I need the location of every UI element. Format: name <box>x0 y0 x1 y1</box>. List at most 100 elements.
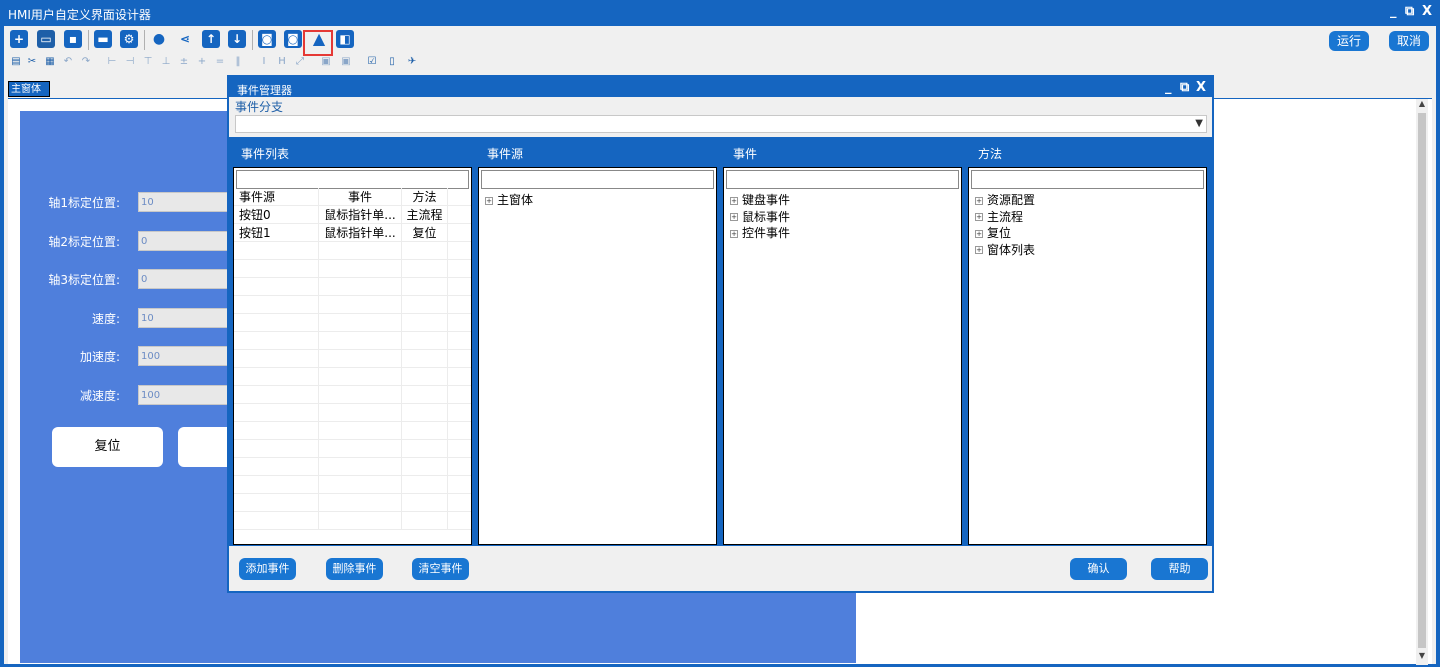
send-back-icon[interactable]: ▣ <box>340 56 352 68</box>
save-icon[interactable]: ▪ <box>64 30 82 48</box>
table-row[interactable]: 按钮1 鼠标指针单... 复位 <box>234 224 471 242</box>
grid-cell <box>402 296 448 314</box>
event-filter-input[interactable] <box>726 170 959 189</box>
scroll-down-icon[interactable]: ▼ <box>1416 651 1428 663</box>
tool-icon[interactable]: ✈ <box>406 56 418 68</box>
minimize-button[interactable]: _ <box>1390 4 1397 19</box>
dialog-close-button[interactable]: X <box>1196 80 1206 95</box>
grid-cell <box>319 278 402 296</box>
field-input[interactable]: 10 <box>138 308 238 328</box>
confirm-button[interactable]: 确认 <box>1070 558 1127 580</box>
empty-grid-row <box>234 368 471 386</box>
copy-icon[interactable]: ▤ <box>10 56 22 68</box>
expand-icon[interactable]: + <box>975 246 983 255</box>
tree-node[interactable]: + 主窗体 <box>485 192 533 209</box>
tree-node[interactable]: + 窗体列表 <box>975 242 1035 259</box>
dialog-restore-button[interactable]: ⧉ <box>1180 80 1189 95</box>
grid-cell <box>319 404 402 422</box>
tree-node[interactable]: + 鼠标事件 <box>730 209 790 226</box>
new-file-icon[interactable]: + <box>10 30 28 48</box>
clear-events-button[interactable]: 清空事件 <box>412 558 469 580</box>
column-header[interactable]: 事件源 <box>234 188 319 206</box>
expand-icon[interactable]: + <box>975 213 983 222</box>
grid-cell <box>448 296 471 314</box>
expand-icon[interactable]: + <box>730 196 738 205</box>
tree-node[interactable]: + 键盘事件 <box>730 192 790 209</box>
fit-size-icon[interactable]: ⤢ <box>294 56 306 68</box>
tree-node[interactable]: + 控件事件 <box>730 225 790 242</box>
screen-settings-icon[interactable]: ◙ <box>284 30 302 48</box>
download-icon[interactable]: ↓ <box>228 30 246 48</box>
cancel-button[interactable]: 取消 <box>1389 31 1429 51</box>
method-filter-input[interactable] <box>971 170 1204 189</box>
align-top-icon[interactable]: ⊤ <box>142 56 154 68</box>
help-button[interactable]: 帮助 <box>1151 558 1208 580</box>
grid-cell <box>448 188 471 206</box>
paste-icon[interactable]: ▦ <box>44 56 56 68</box>
align-center-h-icon[interactable]: + <box>196 56 208 68</box>
empty-grid-row <box>234 242 471 260</box>
space-vertical-icon[interactable]: I <box>258 56 270 68</box>
same-width-icon[interactable]: ‖ <box>232 56 244 68</box>
tree-node[interactable]: + 复位 <box>975 225 1035 242</box>
undo-icon[interactable]: ↶ <box>62 56 74 68</box>
tree-node[interactable]: + 主流程 <box>975 209 1035 226</box>
space-horizontal-icon[interactable]: H <box>276 56 288 68</box>
open-folder-icon[interactable]: ▭ <box>37 30 55 48</box>
document-settings-icon[interactable]: ⚙ <box>120 30 138 48</box>
expand-icon[interactable]: + <box>485 196 493 205</box>
expand-icon[interactable]: + <box>730 213 738 222</box>
dialog-minimize-button[interactable]: _ <box>1165 80 1172 95</box>
align-right-icon[interactable]: ⊣ <box>124 56 136 68</box>
reset-form-button[interactable]: 复位 <box>52 427 163 467</box>
expand-icon[interactable]: + <box>730 229 738 238</box>
restore-button[interactable]: ⧉ <box>1405 4 1414 19</box>
preview-eye-icon[interactable]: ● <box>150 30 168 48</box>
tree-node[interactable]: + 资源配置 <box>975 192 1035 209</box>
tree-node-label: 复位 <box>987 226 1012 241</box>
bring-front-icon[interactable]: ▣ <box>320 56 332 68</box>
field-input[interactable]: 100 <box>138 346 238 366</box>
field-label: 轴3标定位置: <box>48 273 120 287</box>
add-event-button[interactable]: 添加事件 <box>239 558 296 580</box>
vertical-scrollbar[interactable]: ▲ ▼ <box>1416 99 1428 665</box>
same-height-icon[interactable]: = <box>214 56 226 68</box>
scroll-thumb[interactable] <box>1418 113 1426 648</box>
tree-node-label: 主窗体 <box>497 193 534 207</box>
toolbox-icon[interactable]: ▬ <box>94 30 112 48</box>
field-input[interactable]: 0 <box>138 231 238 251</box>
align-center-v-icon[interactable]: ± <box>178 56 190 68</box>
event-panels: 事件列表 事件源 事件 方法 事件源 事件 方法 按钮0 鼠标指针单... 主流… <box>229 137 1212 546</box>
event-branch-select[interactable]: ▼ <box>235 115 1207 133</box>
delete-event-button[interactable]: 删除事件 <box>326 558 383 580</box>
field-input[interactable]: 100 <box>138 385 238 405</box>
scroll-up-icon[interactable]: ▲ <box>1416 99 1428 111</box>
grid-cell: 鼠标指针单... <box>319 224 402 242</box>
chevron-down-icon[interactable]: ▼ <box>1195 118 1203 129</box>
cut-icon[interactable]: ✂ <box>26 56 38 68</box>
layout-panel-icon[interactable]: ◧ <box>336 30 354 48</box>
grid-cell <box>402 458 448 476</box>
tab-main-form[interactable]: 主窗体 <box>8 81 50 97</box>
run-button[interactable]: 运行 <box>1329 31 1369 51</box>
column-header[interactable]: 事件 <box>319 188 402 206</box>
redo-icon[interactable]: ↷ <box>80 56 92 68</box>
screen-capture-icon[interactable]: ◙ <box>258 30 276 48</box>
align-left-icon[interactable]: ⊢ <box>106 56 118 68</box>
empty-grid-row <box>234 278 471 296</box>
column-header[interactable]: 方法 <box>402 188 448 206</box>
check-icon[interactable]: ☑ <box>366 56 378 68</box>
upload-icon[interactable]: ↑ <box>202 30 220 48</box>
table-row[interactable]: 按钮0 鼠标指针单... 主流程 <box>234 206 471 224</box>
field-input[interactable]: 0 <box>138 269 238 289</box>
share-icon[interactable]: ⋖ <box>176 30 194 48</box>
expand-icon[interactable]: + <box>975 196 983 205</box>
expand-icon[interactable]: + <box>975 229 983 238</box>
grid-cell <box>402 242 448 260</box>
delete-icon[interactable]: ▯ <box>386 56 398 68</box>
event-list-filter-input[interactable] <box>236 170 469 189</box>
align-bottom-icon[interactable]: ⊥ <box>160 56 172 68</box>
close-button[interactable]: X <box>1422 4 1432 19</box>
event-source-filter-input[interactable] <box>481 170 714 189</box>
field-input[interactable]: 10 <box>138 192 238 212</box>
